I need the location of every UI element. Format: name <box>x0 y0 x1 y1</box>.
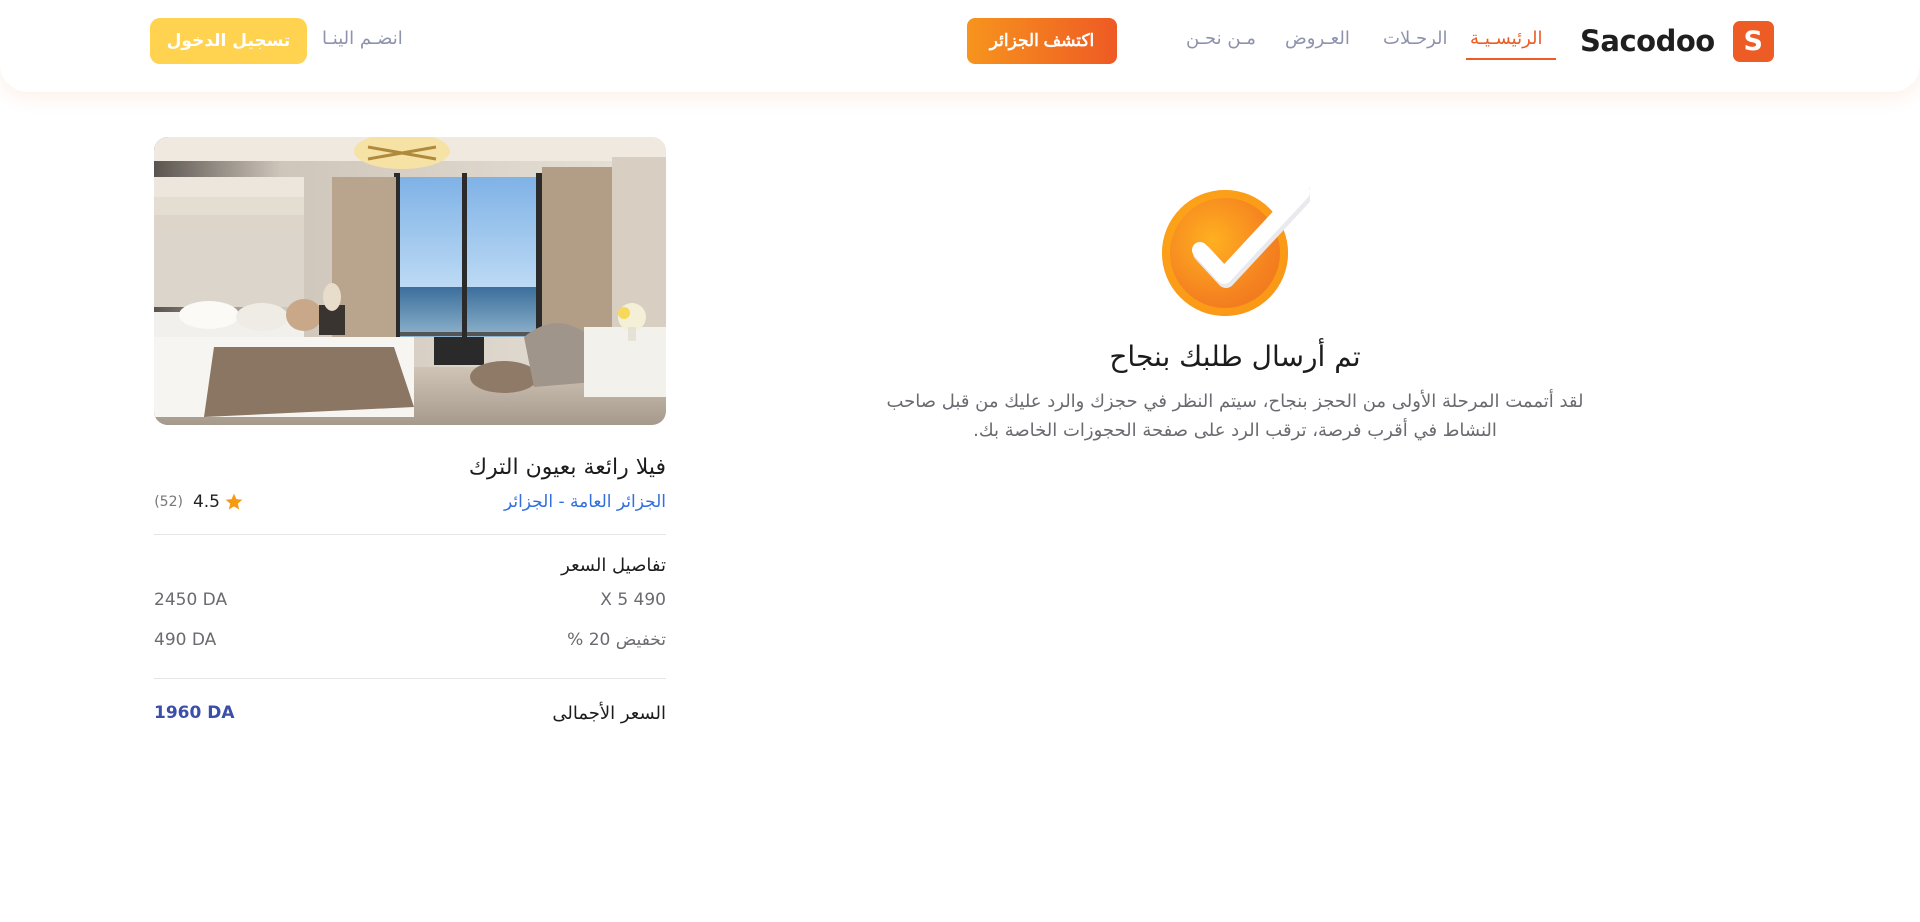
booking-summary-card: فيلا رائعة بعيون الترك الجزائر العامة - … <box>154 137 666 729</box>
price-row: 490 X 5 2450 DA <box>154 590 666 616</box>
logo-text: Sacodoo <box>1580 24 1715 58</box>
discover-algeria-button[interactable]: اكتشف الجزائر <box>967 18 1117 64</box>
star-icon <box>225 493 243 510</box>
success-title: تم أرسال طلبك بنجاح <box>1109 340 1361 373</box>
listing-location-link[interactable]: الجزائر العامة - الجزائر <box>504 492 666 512</box>
total-row: السعر الأجمالى 1960 DA <box>154 703 666 729</box>
discount-row-amount: 490 DA <box>154 630 217 650</box>
check-circle-icon <box>1160 180 1310 320</box>
nav-link-home[interactable]: الرئيسـيـة <box>1470 28 1543 49</box>
price-row-amount: 2450 DA <box>154 590 228 610</box>
discount-row-label: تخفيض 20 % <box>567 630 666 650</box>
listing-meta: الجزائر العامة - الجزائر (52) 4.5 <box>154 492 666 516</box>
listing-rating: (52) 4.5 <box>154 492 244 512</box>
listing-title: فيلا رائعة بعيون الترك <box>468 455 666 480</box>
rating-value: 4.5 <box>192 492 220 512</box>
total-label: السعر الأجمالى <box>552 703 666 724</box>
active-nav-underline <box>1466 58 1556 60</box>
bedroom-photo <box>154 137 666 425</box>
logo-mark-icon: S <box>1732 20 1774 62</box>
success-message: لقد أتممت المرحلة الأولى من الحجز بنجاح،… <box>886 391 1584 441</box>
rating-count: (52) <box>154 494 183 510</box>
nav-link-about[interactable]: مـن نحـن <box>1186 28 1256 49</box>
checkmark-icon <box>1192 184 1310 288</box>
price-row-label: 490 X 5 <box>600 590 666 610</box>
divider <box>154 534 666 535</box>
login-button[interactable]: تسجيل الدخول <box>150 18 307 64</box>
success-panel: تم أرسال طلبك بنجاح لقد أتممت المرحلة ال… <box>860 180 1610 445</box>
price-details-title: تفاصيل السعر <box>561 555 666 576</box>
top-navbar: Sacodoo S الرئيسـيـة الرحـلات العـروض مـ… <box>0 0 1920 92</box>
total-amount: 1960 DA <box>154 703 235 723</box>
nav-link-offers[interactable]: العـروض <box>1285 28 1350 49</box>
nav-link-trips[interactable]: الرحـلات <box>1383 28 1448 49</box>
join-us-link[interactable]: انضـم الينـا <box>322 28 403 49</box>
villa-bedroom-image <box>154 137 666 425</box>
brand-logo[interactable]: Sacodoo S <box>1580 20 1774 62</box>
divider <box>154 678 666 679</box>
discount-row: تخفيض 20 % 490 DA <box>154 630 666 656</box>
